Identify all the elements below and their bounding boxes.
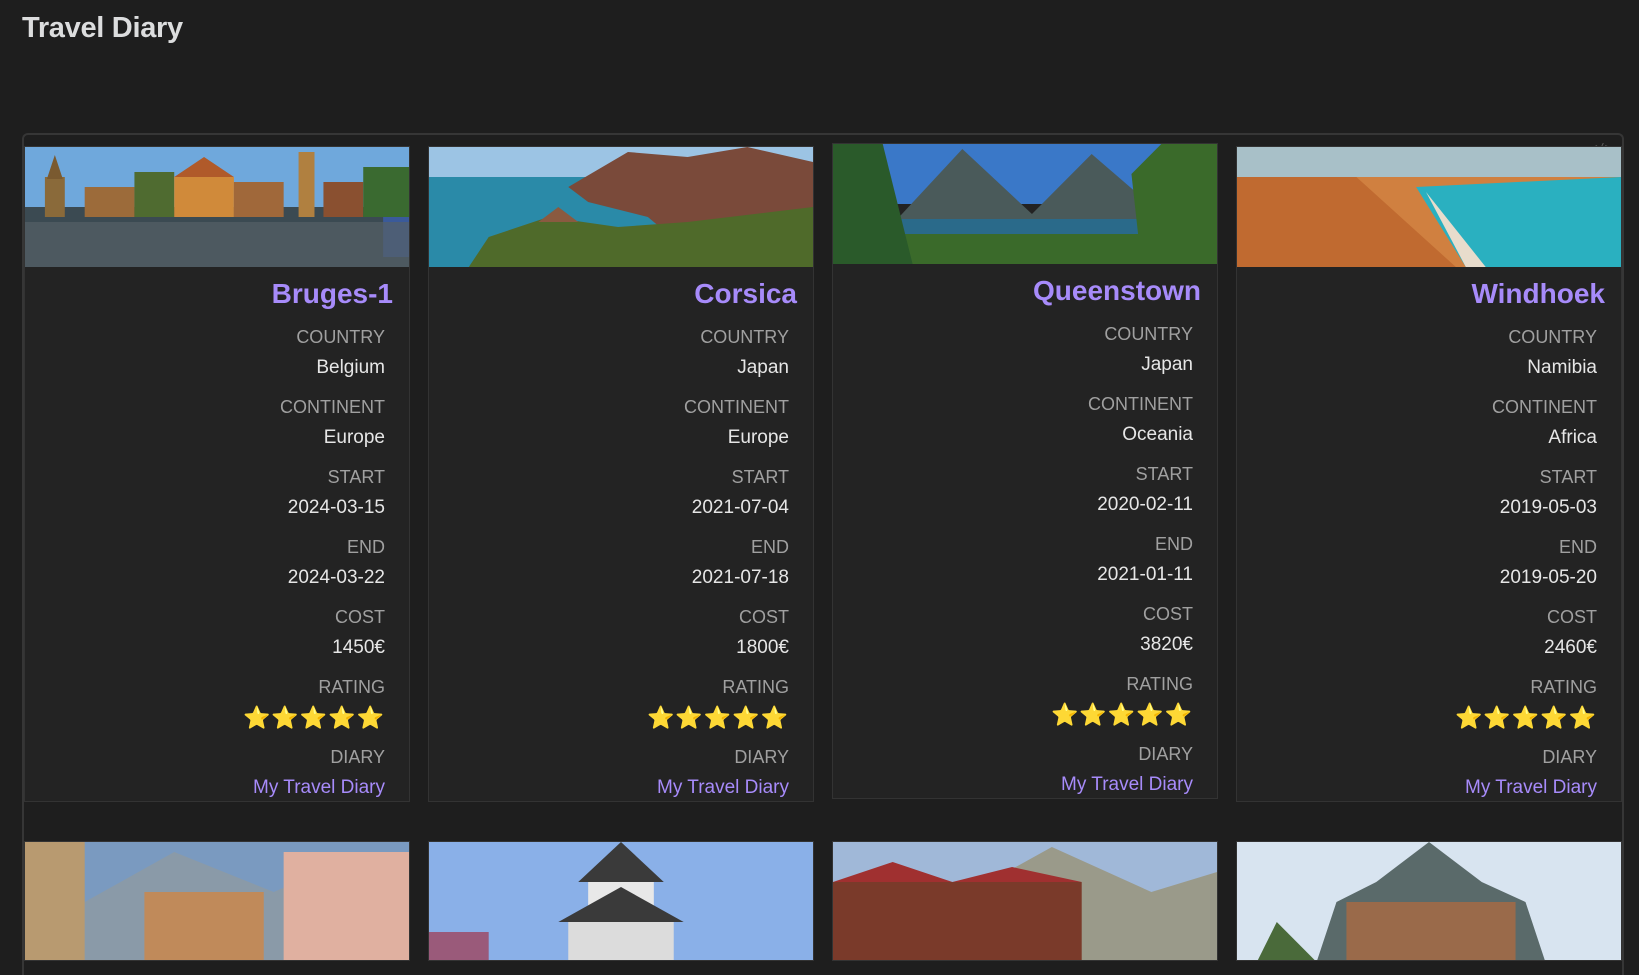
diary-link[interactable]: My Travel Diary xyxy=(25,775,385,801)
start-value: 2019-05-03 xyxy=(1499,497,1597,518)
cover-image xyxy=(1237,842,1621,960)
card-row2-1[interactable] xyxy=(24,841,410,961)
country-label: COUNTRY xyxy=(296,327,385,347)
card-windhoek[interactable]: Windhoek COUNTRY Namibia CONTINENT Afric… xyxy=(1236,146,1622,802)
end-label: END xyxy=(1558,537,1597,557)
card-queenstown[interactable]: Queenstown COUNTRY Japan CONTINENT Ocean… xyxy=(832,143,1218,799)
rating-stars: ⭐⭐⭐⭐⭐ xyxy=(1051,702,1193,727)
diary-label: DIARY xyxy=(1138,744,1193,764)
end-value: 2021-07-18 xyxy=(691,567,789,588)
continent-label: CONTINENT xyxy=(1088,394,1193,414)
card-row2-4[interactable] xyxy=(1236,841,1622,961)
cost-value: 1800€ xyxy=(736,637,789,658)
cost-label: COST xyxy=(334,607,385,627)
end-label: END xyxy=(346,537,385,557)
cover-image xyxy=(429,842,813,960)
diary-label: DIARY xyxy=(330,747,385,767)
page-title: Travel Diary xyxy=(22,12,183,44)
country-value: Japan xyxy=(737,357,789,378)
cost-label: COST xyxy=(1546,607,1597,627)
cover-image xyxy=(833,842,1217,960)
end-label: END xyxy=(750,537,789,557)
end-label: END xyxy=(1154,534,1193,554)
rating-label: RATING xyxy=(318,677,385,697)
cover-image xyxy=(1237,147,1621,267)
end-value: 2019-05-20 xyxy=(1499,567,1597,588)
cost-value: 2460€ xyxy=(1544,637,1597,658)
continent-label: CONTINENT xyxy=(1492,397,1597,417)
cover-image xyxy=(25,842,409,960)
card-corsica[interactable]: Corsica COUNTRY Japan CONTINENT Europe S… xyxy=(428,146,814,802)
cost-label: COST xyxy=(1142,604,1193,624)
cover-image xyxy=(25,147,409,267)
start-label: START xyxy=(327,467,385,487)
card-title[interactable]: Windhoek xyxy=(1237,267,1621,311)
cover-image xyxy=(833,144,1217,264)
country-label: COUNTRY xyxy=(1104,324,1193,344)
country-value: Namibia xyxy=(1527,357,1597,378)
continent-label: CONTINENT xyxy=(280,397,385,417)
card-row2-2[interactable] xyxy=(428,841,814,961)
diary-link[interactable]: My Travel Diary xyxy=(833,772,1193,798)
continent-value: Africa xyxy=(1548,427,1597,448)
diary-label: DIARY xyxy=(1542,747,1597,767)
cost-value: 3820€ xyxy=(1140,634,1193,655)
card-title[interactable]: Queenstown xyxy=(833,264,1217,308)
cost-label: COST xyxy=(738,607,789,627)
country-value: Japan xyxy=(1141,354,1193,375)
start-label: START xyxy=(1539,467,1597,487)
cover-image xyxy=(429,147,813,267)
rating-stars: ⭐⭐⭐⭐⭐ xyxy=(243,705,385,730)
start-label: START xyxy=(731,467,789,487)
country-label: COUNTRY xyxy=(1508,327,1597,347)
start-value: 2024-03-15 xyxy=(287,497,385,518)
rating-stars: ⭐⭐⭐⭐⭐ xyxy=(1455,705,1597,730)
card-title[interactable]: Corsica xyxy=(429,267,813,311)
country-label: COUNTRY xyxy=(700,327,789,347)
continent-value: Oceania xyxy=(1122,424,1193,445)
card-bruges[interactable]: Bruges-1 COUNTRY Belgium CONTINENT Europ… xyxy=(24,146,410,802)
card-gallery: </> Bruges-1 COUNTRY B xyxy=(22,133,1624,975)
continent-label: CONTINENT xyxy=(684,397,789,417)
start-value: 2020-02-11 xyxy=(1097,494,1193,515)
start-label: START xyxy=(1135,464,1193,484)
end-value: 2021-01-11 xyxy=(1097,564,1193,585)
diary-link[interactable]: My Travel Diary xyxy=(1237,775,1597,801)
diary-label: DIARY xyxy=(734,747,789,767)
end-value: 2024-03-22 xyxy=(287,567,385,588)
diary-link[interactable]: My Travel Diary xyxy=(429,775,789,801)
card-row2-3[interactable] xyxy=(832,841,1218,961)
country-value: Belgium xyxy=(316,357,385,378)
rating-label: RATING xyxy=(1126,674,1193,694)
rating-label: RATING xyxy=(722,677,789,697)
cost-value: 1450€ xyxy=(332,637,385,658)
continent-value: Europe xyxy=(323,427,385,448)
start-value: 2021-07-04 xyxy=(691,497,789,518)
rating-stars: ⭐⭐⭐⭐⭐ xyxy=(647,705,789,730)
rating-label: RATING xyxy=(1530,677,1597,697)
card-title[interactable]: Bruges-1 xyxy=(25,267,409,311)
continent-value: Europe xyxy=(727,427,789,448)
